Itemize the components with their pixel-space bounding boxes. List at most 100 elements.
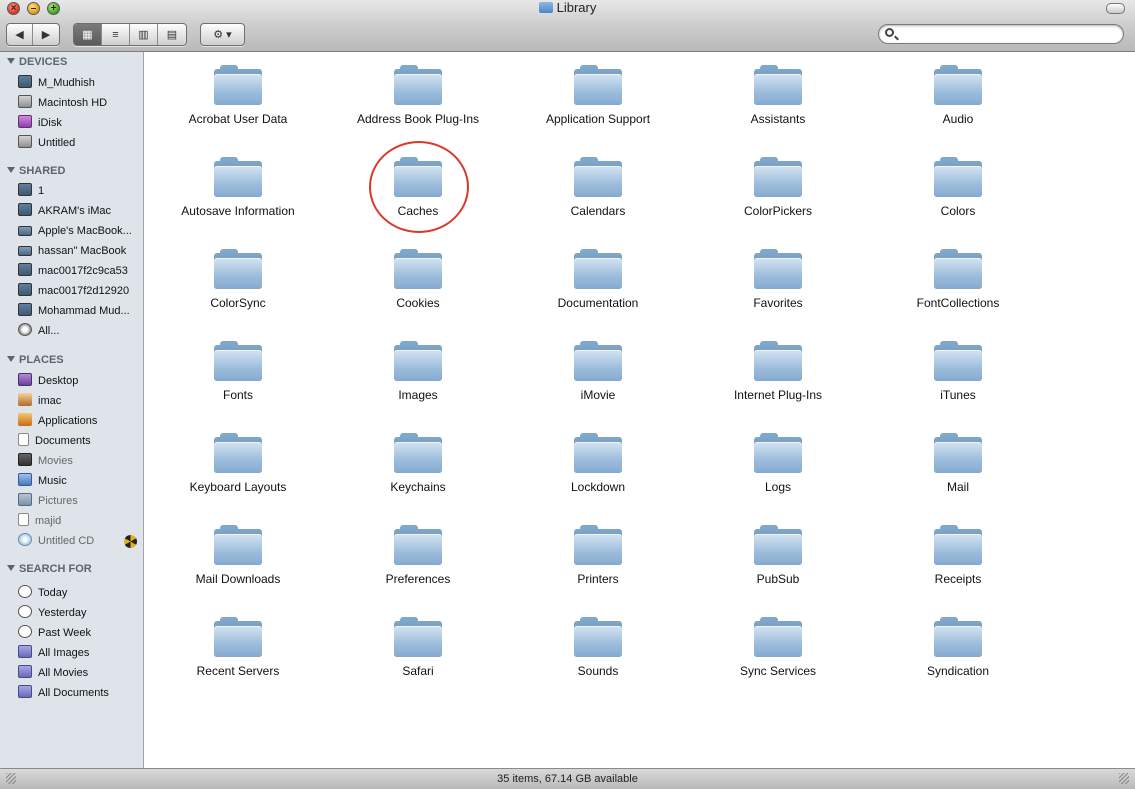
folder-icon	[574, 523, 622, 565]
disclosure-triangle-icon[interactable]	[7, 565, 15, 571]
folder-item[interactable]: Keyboard Layouts	[148, 420, 328, 512]
folder-item[interactable]: Audio	[868, 52, 1048, 144]
folder-item[interactable]: Syndication	[868, 604, 1048, 696]
folder-item[interactable]: Lockdown	[508, 420, 688, 512]
folder-item[interactable]: PubSub	[688, 512, 868, 604]
folder-item[interactable]: Cookies	[328, 236, 508, 328]
folder-label: Application Support	[545, 112, 651, 126]
sidebar-item[interactable]: Macintosh HD	[18, 95, 142, 111]
back-button[interactable]: ◀	[7, 24, 33, 45]
forward-button[interactable]: ▶	[33, 24, 59, 45]
folder-label: Syndication	[926, 664, 990, 678]
sidebar-item[interactable]: hassan" MacBook	[18, 243, 142, 259]
list-view-icon: ≡	[112, 28, 119, 41]
sidebar-item[interactable]: Applications	[18, 413, 142, 429]
sidebar-item[interactable]: Past Week	[18, 625, 142, 641]
folder-item[interactable]: iMovie	[508, 328, 688, 420]
idisk-icon	[18, 115, 32, 128]
action-menu-button[interactable]: ⚙ ▾	[201, 24, 244, 45]
folder-item[interactable]: Fonts	[148, 328, 328, 420]
folder-item[interactable]: Acrobat User Data	[148, 52, 328, 144]
folder-item[interactable]: Images	[328, 328, 508, 420]
disclosure-triangle-icon[interactable]	[7, 167, 15, 173]
sidebar-item[interactable]: majid	[18, 513, 142, 529]
coverflow-view-button[interactable]: ▤	[158, 24, 186, 45]
folder-item[interactable]: Internet Plug-Ins	[688, 328, 868, 420]
column-view-button[interactable]: ▥	[130, 24, 158, 45]
folder-label: Sync Services	[739, 664, 817, 678]
folder-label: Images	[398, 388, 438, 402]
sidebar-item[interactable]: Mohammad Mud...	[18, 303, 142, 319]
folder-item[interactable]: Colors	[868, 144, 1048, 236]
sidebar-item[interactable]: Movies	[18, 453, 142, 469]
status-bar: 35 items, 67.14 GB available	[0, 768, 1135, 789]
folder-item[interactable]: Mail Downloads	[148, 512, 328, 604]
folder-item[interactable]: Favorites	[688, 236, 868, 328]
folder-label: Keyboard Layouts	[189, 480, 287, 494]
disclosure-triangle-icon[interactable]	[7, 356, 15, 362]
search-input[interactable]	[901, 27, 1115, 43]
sidebar-item[interactable]: mac0017f2c9ca53	[18, 263, 142, 279]
sidebar-section-devices[interactable]: DEVICES	[7, 56, 67, 68]
sidebar-item[interactable]: Apple's MacBook...	[18, 223, 142, 239]
folder-icon	[574, 615, 622, 657]
sidebar-item[interactable]: Music	[18, 473, 142, 489]
icon-view-button[interactable]: ▦	[74, 24, 102, 45]
folder-item[interactable]: Address Book Plug-Ins	[328, 52, 508, 144]
sidebar-item[interactable]: Pictures	[18, 493, 142, 509]
folder-item[interactable]: Documentation	[508, 236, 688, 328]
folder-item[interactable]: Calendars	[508, 144, 688, 236]
folder-item[interactable]: Sounds	[508, 604, 688, 696]
sidebar-item[interactable]: Documents	[18, 433, 142, 449]
folder-item[interactable]: Application Support	[508, 52, 688, 144]
folder-item[interactable]: Autosave Information	[148, 144, 328, 236]
sidebar-item[interactable]: All Images	[18, 645, 142, 661]
status-text: 35 items, 67.14 GB available	[497, 773, 638, 785]
sidebar-item-label: Apple's MacBook...	[38, 225, 132, 237]
folder-item[interactable]: Logs	[688, 420, 868, 512]
window-toolbar: × – + Library ◀ ▶ ▦ ≡ ▥ ▤ ⚙ ▾	[0, 0, 1135, 52]
sidebar-item[interactable]: M_Mudhish	[18, 75, 142, 91]
folder-item[interactable]: Mail	[868, 420, 1048, 512]
folder-item[interactable]: iTunes	[868, 328, 1048, 420]
folder-item[interactable]: Keychains	[328, 420, 508, 512]
cd-icon	[18, 533, 32, 546]
sidebar-item[interactable]: Yesterday	[18, 605, 142, 621]
folder-icon	[934, 523, 982, 565]
folder-item[interactable]: Assistants	[688, 52, 868, 144]
burn-icon[interactable]	[124, 535, 137, 548]
folder-item[interactable]: ColorSync	[148, 236, 328, 328]
list-view-button[interactable]: ≡	[102, 24, 130, 45]
sidebar-item[interactable]: Untitled	[18, 135, 142, 151]
folder-item[interactable]: FontCollections	[868, 236, 1048, 328]
folder-item[interactable]: Printers	[508, 512, 688, 604]
disclosure-triangle-icon[interactable]	[7, 58, 15, 64]
search-field[interactable]	[878, 24, 1124, 44]
folder-item[interactable]: Sync Services	[688, 604, 868, 696]
folder-item[interactable]: Safari	[328, 604, 508, 696]
sidebar-item[interactable]: All Documents	[18, 685, 142, 701]
sidebar-section-shared[interactable]: SHARED	[7, 165, 65, 177]
sidebar-item[interactable]: Desktop	[18, 373, 142, 389]
sidebar-item-label: Untitled	[38, 137, 76, 149]
resize-grip-icon[interactable]	[1119, 773, 1129, 784]
sidebar-section-search-for[interactable]: SEARCH FOR	[7, 563, 92, 575]
sidebar-item[interactable]: mac0017f2d12920	[18, 283, 142, 299]
sidebar-item[interactable]: imac	[18, 393, 142, 409]
sidebar-item[interactable]: All Movies	[18, 665, 142, 681]
folder-item[interactable]: Preferences	[328, 512, 508, 604]
folder-item[interactable]: Recent Servers	[148, 604, 328, 696]
sidebar-item[interactable]: Today	[18, 585, 142, 601]
folder-label: Cookies	[396, 296, 440, 310]
toolbar-toggle-button[interactable]	[1106, 3, 1125, 14]
folder-item[interactable]: ColorPickers	[688, 144, 868, 236]
sidebar-item-label: 1	[38, 185, 45, 197]
sidebar-item[interactable]: All...	[18, 323, 142, 339]
sidebar-section-places[interactable]: PLACES	[7, 354, 64, 366]
sidebar-item[interactable]: 1	[18, 183, 142, 199]
folder-item[interactable]: Receipts	[868, 512, 1048, 604]
folder-label: Fonts	[222, 388, 253, 402]
sidebar-item[interactable]: iDisk	[18, 115, 142, 131]
folder-icon	[934, 63, 982, 105]
sidebar-item[interactable]: AKRAM's iMac	[18, 203, 142, 219]
